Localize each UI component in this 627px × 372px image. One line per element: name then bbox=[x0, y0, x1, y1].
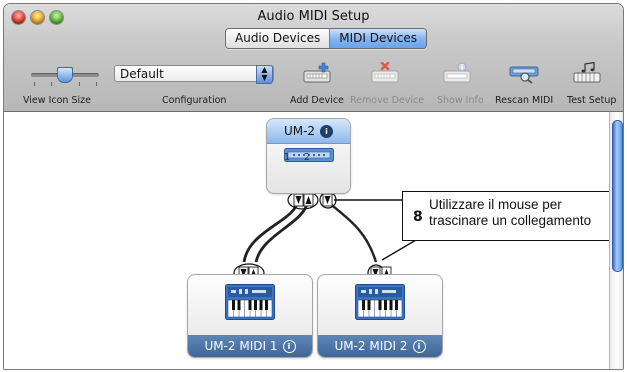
instruction-callout: 8 Utilizzare il mouse per trascinare un … bbox=[402, 191, 613, 241]
chevron-up-down-icon: ▲ ▼ bbox=[256, 65, 273, 84]
show-info-icon[interactable] bbox=[442, 62, 472, 84]
slider-tick bbox=[79, 82, 80, 86]
device-tabs: Audio Devices MIDI Devices bbox=[225, 28, 427, 49]
device-um2-midi-1[interactable]: UM-2 MIDI 1 i bbox=[187, 274, 313, 358]
device-um2-midi-2[interactable]: UM-2 MIDI 2 i bbox=[317, 274, 443, 358]
device-midi2-name: UM-2 MIDI 2 bbox=[334, 339, 408, 353]
test-setup-label: Test Setup bbox=[567, 95, 617, 106]
scrollbar-thumb[interactable] bbox=[612, 120, 623, 272]
configuration-value: Default bbox=[120, 67, 164, 81]
tab-midi-devices[interactable]: MIDI Devices bbox=[330, 29, 426, 48]
test-setup-icon[interactable] bbox=[572, 62, 602, 84]
keyboard-icon bbox=[225, 284, 275, 320]
device-um2-name: UM-2 bbox=[283, 124, 316, 138]
rescan-midi-label: Rescan MIDI bbox=[495, 95, 554, 106]
configuration-select[interactable]: Default ▲ ▼ bbox=[114, 65, 274, 84]
device-midi1-name: UM-2 MIDI 1 bbox=[204, 339, 278, 353]
audio-midi-setup-window: Audio MIDI Setup Audio Devices MIDI Devi… bbox=[3, 3, 624, 370]
info-icon[interactable]: i bbox=[282, 340, 296, 353]
device-um2-header: UM-2 i bbox=[267, 119, 350, 144]
callout-step-number: 8 bbox=[413, 209, 423, 225]
vertical-scrollbar[interactable] bbox=[609, 112, 623, 369]
add-device-label: Add Device bbox=[290, 95, 344, 106]
info-icon[interactable]: i bbox=[412, 340, 426, 353]
keyboard-icon bbox=[355, 284, 405, 320]
show-info-label: Show Info bbox=[437, 95, 484, 106]
configuration-label: Configuration bbox=[162, 95, 227, 106]
remove-device-label: Remove Device bbox=[350, 95, 425, 106]
add-device-icon[interactable] bbox=[302, 62, 332, 84]
toolbar: Audio MIDI Setup Audio Devices MIDI Devi… bbox=[4, 4, 623, 112]
info-icon[interactable]: i bbox=[320, 125, 334, 138]
slider-tick bbox=[51, 82, 52, 86]
slider-tick bbox=[34, 82, 35, 86]
slider-tick bbox=[96, 82, 97, 86]
callout-text: Utilizzare il mouse per trascinare un co… bbox=[429, 197, 592, 228]
view-icon-size-label: View Icon Size bbox=[23, 95, 91, 106]
rescan-midi-icon[interactable] bbox=[509, 62, 539, 84]
window-title: Audio MIDI Setup bbox=[257, 9, 370, 24]
um2-port-connectors[interactable] bbox=[293, 193, 335, 208]
midi-configuration-canvas[interactable]: UM-2 i 1 2 UM-2 MIDI 1 i UM-2 MIDI 2 i 8 … bbox=[4, 112, 613, 369]
slider-thumb[interactable] bbox=[57, 67, 73, 83]
port-number-1: 1 bbox=[284, 152, 291, 163]
tab-audio-devices[interactable]: Audio Devices bbox=[226, 29, 331, 48]
remove-device-icon[interactable] bbox=[370, 62, 400, 84]
port-number-2: 2 bbox=[304, 152, 311, 163]
device-midi1-footer: UM-2 MIDI 1 i bbox=[188, 335, 312, 357]
device-midi2-footer: UM-2 MIDI 2 i bbox=[318, 335, 442, 357]
